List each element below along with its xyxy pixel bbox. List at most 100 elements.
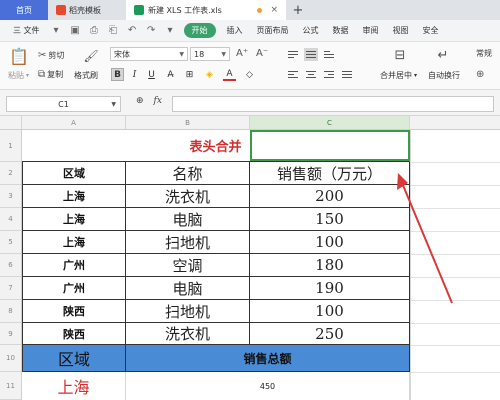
strikethrough-icon[interactable]: A̶ <box>164 68 177 81</box>
menu-insert[interactable]: 插入 <box>220 25 250 36</box>
cut-button[interactable]: ✂ 剪切 <box>38 50 64 61</box>
merge-center-button[interactable]: 合并居中 ▾ <box>380 70 417 81</box>
undo-icon[interactable]: ↶ <box>126 25 139 37</box>
paste-button[interactable]: 粘贴 ▾ <box>8 70 29 81</box>
cell-sales[interactable]: 250 <box>250 323 410 345</box>
align-top-icon[interactable] <box>286 48 300 61</box>
header-sales[interactable]: 销售额（万元） <box>250 162 410 185</box>
close-tab-icon[interactable]: × <box>270 5 278 15</box>
row-header-4[interactable]: 4 <box>0 208 22 231</box>
justify-icon[interactable] <box>340 68 354 81</box>
menu-home[interactable]: 开始 <box>183 23 216 38</box>
summary-header-region[interactable]: 区域 <box>22 345 126 372</box>
column-header-b[interactable]: B <box>126 116 250 130</box>
summary-total-cell[interactable]: 450 <box>126 372 410 400</box>
formula-input[interactable] <box>172 96 494 112</box>
underline-button[interactable]: U <box>145 68 158 81</box>
align-middle-icon[interactable] <box>304 48 318 61</box>
font-color-icon[interactable]: A <box>223 68 236 81</box>
row-header-9[interactable]: 9 <box>0 323 22 345</box>
clear-format-icon[interactable]: ◇ <box>243 68 256 81</box>
cell-sales[interactable]: 190 <box>250 277 410 300</box>
row-header-6[interactable]: 6 <box>0 254 22 277</box>
menu-data[interactable]: 数据 <box>326 25 356 36</box>
header-region[interactable]: 区域 <box>22 162 126 185</box>
menu-security[interactable]: 安全 <box>416 25 446 36</box>
select-all-corner[interactable] <box>0 116 22 130</box>
bold-button[interactable]: B <box>111 68 124 81</box>
column-header-d[interactable] <box>410 116 500 130</box>
row-header-11[interactable]: 11 <box>0 372 22 400</box>
file-dropdown-icon[interactable]: ▾ <box>50 25 63 37</box>
save-icon[interactable]: ▣ <box>69 25 82 37</box>
menu-view[interactable]: 视图 <box>386 25 416 36</box>
tab-workbook[interactable]: 新建 XLS 工作表.xls × <box>126 0 286 20</box>
row-header-10[interactable]: 10 <box>0 345 22 372</box>
cell-product[interactable]: 空调 <box>126 254 250 277</box>
cell-region[interactable]: 上海 <box>22 185 126 208</box>
number-format-select[interactable]: 常规 <box>476 48 492 59</box>
zoom-icon[interactable]: ⊕ <box>136 96 144 106</box>
wrap-text-icon[interactable]: ↵ <box>433 46 453 64</box>
paste-icon[interactable]: 📋 <box>8 45 30 67</box>
cell-product[interactable]: 扫地机 <box>126 231 250 254</box>
currency-icon[interactable]: ⊕ <box>476 69 484 80</box>
decrease-font-icon[interactable]: A⁻ <box>256 48 268 59</box>
format-painter-button[interactable]: 格式刷 <box>74 70 98 81</box>
menu-review[interactable]: 审阅 <box>356 25 386 36</box>
cell-region[interactable]: 广州 <box>22 277 126 300</box>
cell-region[interactable]: 陕西 <box>22 300 126 323</box>
wrap-text-button[interactable]: 自动换行 <box>428 70 460 81</box>
borders-icon[interactable]: ⊞ <box>183 68 196 81</box>
cell-product[interactable]: 洗衣机 <box>126 323 250 345</box>
row-header-7[interactable]: 7 <box>0 277 22 300</box>
cell-region[interactable]: 上海 <box>22 231 126 254</box>
row-header-3[interactable]: 3 <box>0 185 22 208</box>
header-name[interactable]: 名称 <box>126 162 250 185</box>
align-right-icon[interactable] <box>322 68 336 81</box>
tab-home[interactable]: 首页 <box>0 0 48 20</box>
redo-icon[interactable]: ↷ <box>145 25 158 37</box>
italic-button[interactable]: I <box>128 68 141 81</box>
summary-region-cell[interactable]: 上海 <box>22 372 126 400</box>
print-icon[interactable]: ⎗ <box>107 25 120 37</box>
cell-region[interactable]: 广州 <box>22 254 126 277</box>
menu-file[interactable]: 三 文件 <box>6 25 47 36</box>
format-painter-icon[interactable]: 🖌 <box>82 47 100 65</box>
align-bottom-icon[interactable] <box>322 48 336 61</box>
new-tab-button[interactable]: + <box>286 0 310 20</box>
cell-region[interactable]: 上海 <box>22 208 126 231</box>
cell-product[interactable]: 电脑 <box>126 208 250 231</box>
summary-header-total[interactable]: 销售总额 <box>126 345 410 372</box>
align-center-icon[interactable] <box>304 68 318 81</box>
cell-region[interactable]: 陕西 <box>22 323 126 345</box>
row-header-5[interactable]: 5 <box>0 231 22 254</box>
name-box[interactable]: C1 ▼ <box>6 96 121 112</box>
column-header-c[interactable]: C <box>250 116 410 130</box>
align-left-icon[interactable] <box>286 68 300 81</box>
insert-function-button[interactable]: fx <box>154 96 162 106</box>
row-header-8[interactable]: 8 <box>0 300 22 323</box>
cell-sales[interactable]: 180 <box>250 254 410 277</box>
tab-docer-templates[interactable]: 稻壳模板 <box>48 0 126 20</box>
menu-page-layout[interactable]: 页面布局 <box>250 25 296 36</box>
font-name-select[interactable]: 宋体 ▼ <box>110 47 188 61</box>
cell-sales[interactable]: 100 <box>250 300 410 323</box>
increase-font-icon[interactable]: A⁺ <box>236 48 248 59</box>
cell-sales[interactable]: 100 <box>250 231 410 254</box>
column-header-a[interactable]: A <box>22 116 126 130</box>
cell-product[interactable]: 扫地机 <box>126 300 250 323</box>
menu-formulas[interactable]: 公式 <box>296 25 326 36</box>
fill-color-icon[interactable]: ◈ <box>203 68 216 81</box>
cell-product[interactable]: 电脑 <box>126 277 250 300</box>
cell-sales[interactable]: 200 <box>250 185 410 208</box>
font-size-select[interactable]: 18 ▼ <box>190 47 230 61</box>
merge-cells-icon[interactable]: ⊟ <box>390 46 410 64</box>
export-pdf-icon[interactable]: ⎙ <box>88 25 101 37</box>
cell-product[interactable]: 洗衣机 <box>126 185 250 208</box>
cell-sales[interactable]: 150 <box>250 208 410 231</box>
copy-button[interactable]: ⧉ 复制 <box>38 69 63 80</box>
row-header-1[interactable]: 1 <box>0 130 22 162</box>
row-header-2[interactable]: 2 <box>0 162 22 185</box>
quick-access-dropdown-icon[interactable]: ▾ <box>164 25 177 37</box>
